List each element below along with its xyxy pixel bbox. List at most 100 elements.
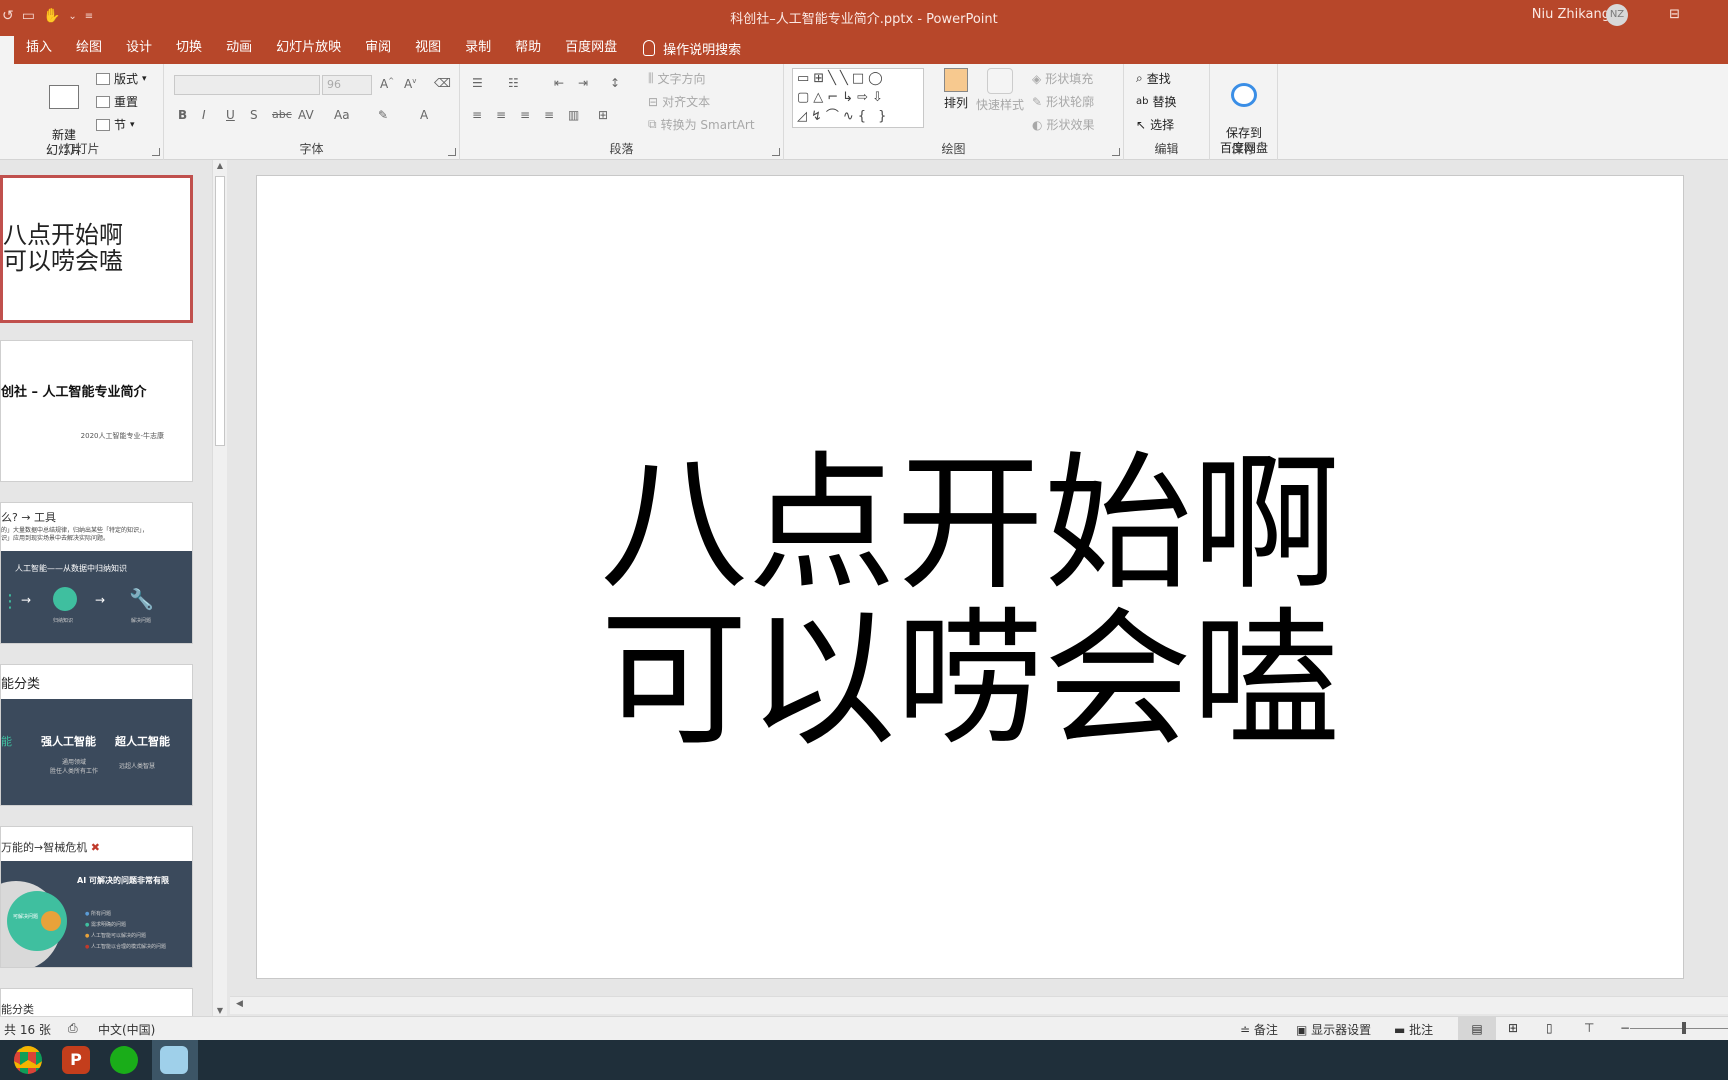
increase-font-icon[interactable]: A^	[380, 77, 394, 91]
normal-view-icon[interactable]: ▤	[1458, 1017, 1496, 1041]
spellcheck-icon[interactable]: ⎙	[68, 1021, 78, 1036]
thumbnail-slide-2[interactable]: 创社 – 人工智能专业简介 2020人工智能专业-牛志康	[0, 340, 193, 482]
align-left-icon[interactable]: ≡	[472, 108, 482, 122]
windows-taskbar: P	[0, 1040, 1728, 1080]
tab-draw[interactable]: 绘图	[64, 32, 114, 64]
convert-smartart-button[interactable]: ⧉ 转换为 SmartArt	[648, 116, 755, 133]
decrease-font-icon[interactable]: Av	[404, 77, 416, 91]
dialog-launcher-icon[interactable]	[772, 148, 780, 156]
shape-effects-label: 形状效果	[1046, 118, 1095, 132]
wechat-icon[interactable]	[110, 1046, 138, 1074]
tab-help[interactable]: 帮助	[503, 32, 553, 64]
scrollbar-thumb[interactable]	[215, 176, 225, 446]
chrome-icon[interactable]	[14, 1046, 42, 1074]
align-right-icon[interactable]: ≡	[520, 108, 530, 122]
quick-styles-button[interactable]: 快速样式	[974, 68, 1026, 113]
replace-button[interactable]: ab 替换	[1136, 93, 1177, 110]
zoom-out-icon[interactable]: −	[1620, 1021, 1630, 1035]
select-button[interactable]: ↖ 选择	[1136, 116, 1174, 133]
decrease-indent-icon[interactable]: ⇤	[554, 76, 564, 90]
slideshow-view-icon[interactable]: ⊤	[1584, 1021, 1594, 1035]
ribbon-display-options-icon[interactable]: ⊟	[1669, 7, 1680, 22]
line-spacing-icon[interactable]: ↕	[610, 76, 620, 90]
underline-button[interactable]: U	[226, 108, 235, 122]
cross-icon: ✖	[90, 841, 100, 854]
tab-view[interactable]: 视图	[403, 32, 453, 64]
columns-icon[interactable]: ⊞	[598, 108, 608, 122]
font-color-button[interactable]: A	[420, 108, 428, 122]
align-text-button[interactable]: ⊟ 对齐文本	[648, 93, 710, 110]
arrange-button[interactable]: 排列	[936, 68, 976, 111]
font-name-combo[interactable]	[174, 75, 320, 95]
editor-horizontal-scrollbar[interactable]: ◀	[230, 996, 1728, 1014]
zoom-slider-knob[interactable]	[1682, 1022, 1686, 1034]
clear-formatting-icon[interactable]: ⌫	[434, 76, 451, 90]
bullets-icon[interactable]: ☰	[472, 76, 483, 90]
tab-transitions[interactable]: 切换	[164, 32, 214, 64]
thumbnail-slide-5[interactable]: 万能的→智械危机 ✖ 可解决问题 AI 可解决的问题非常有限 ● 所有问题 ● …	[0, 826, 193, 968]
shape-fill-button[interactable]: ◈ 形状填充	[1032, 70, 1093, 87]
dialog-launcher-icon[interactable]	[152, 148, 160, 156]
find-button[interactable]: ⌕ 查找	[1136, 70, 1171, 87]
app-icon[interactable]	[160, 1046, 188, 1074]
shapes-gallery[interactable]: ▭⊞╲╲□◯ ▢△⌐↳⇨⇩ ◿↯⌒∿{ }	[792, 68, 924, 128]
dialog-launcher-icon[interactable]	[448, 148, 456, 156]
thumbnail-slide-6[interactable]: 能分类	[0, 988, 193, 1016]
user-name[interactable]: Niu Zhikang	[1532, 7, 1610, 22]
thumbnail-5-legend: ● 所有问题 ● 需求明确的问题 ● 人工智能可以解决的问题 ● 人工智能以合理…	[85, 909, 166, 953]
highlight-icon[interactable]: ✎	[378, 108, 388, 122]
scroll-up-icon[interactable]: ▲	[215, 161, 225, 170]
tab-home[interactable]	[0, 36, 14, 64]
text-direction-button[interactable]: ⫼ 文字方向	[648, 70, 706, 87]
section-label: 节	[114, 118, 127, 132]
change-case-button[interactable]: Aa	[334, 108, 350, 122]
slide-title-textbox[interactable]: 八点开始啊 可以唠会嗑	[257, 446, 1683, 758]
numbering-icon[interactable]: ☷	[508, 76, 519, 90]
justify-icon[interactable]: ≡	[544, 108, 554, 122]
bold-button[interactable]: B	[178, 108, 187, 122]
thumbnail-slide-4[interactable]: 能分类 能 强人工智能 超人工智能 通用领域 胜任人类所有工作 远超人类智慧	[0, 664, 193, 806]
shape-outline-button[interactable]: ✎ 形状轮廓	[1032, 93, 1094, 110]
reading-view-icon[interactable]: ▯	[1546, 1021, 1553, 1035]
legend-label: 人工智能可以解决的问题	[90, 933, 146, 939]
layout-button[interactable]: 版式 ▾	[96, 70, 147, 87]
thumbnail-slide-1[interactable]: 八点开始啊 可以唠会嗑	[0, 175, 193, 323]
tab-baidu-netdisk[interactable]: 百度网盘	[553, 32, 629, 64]
display-settings-button[interactable]: ▣ 显示器设置	[1296, 1021, 1371, 1038]
slide-sorter-icon[interactable]: ⊞	[1508, 1021, 1518, 1035]
scroll-down-icon[interactable]: ▼	[215, 1006, 225, 1015]
thumbnails-scrollbar[interactable]: ▲ ▼	[212, 160, 227, 1016]
increase-indent-icon[interactable]: ⇥	[578, 76, 588, 90]
align-center-icon[interactable]: ≡	[496, 108, 506, 122]
shape-effects-button[interactable]: ◐ 形状效果	[1032, 116, 1095, 133]
tab-insert[interactable]: 插入	[14, 32, 64, 64]
shadow-button[interactable]: S	[250, 108, 258, 122]
tab-record[interactable]: 录制	[453, 32, 503, 64]
tab-slideshow[interactable]: 幻灯片放映	[264, 32, 353, 64]
character-spacing-button[interactable]: AV	[298, 108, 314, 122]
reset-button[interactable]: 重置	[96, 93, 138, 110]
group-save: 保存到 百度网盘 保存	[1210, 64, 1278, 160]
comments-button[interactable]: ▬ 批注	[1394, 1021, 1433, 1038]
avatar[interactable]: NZ	[1606, 4, 1628, 26]
powerpoint-icon[interactable]: P	[62, 1046, 90, 1074]
tell-me-search[interactable]: 操作说明搜索	[629, 39, 741, 58]
section-button[interactable]: 节 ▾	[96, 116, 135, 133]
language-indicator[interactable]: 中文(中国)	[98, 1021, 155, 1038]
scroll-left-icon[interactable]: ◀	[236, 999, 243, 1009]
distributed-icon[interactable]: ▥	[568, 108, 579, 122]
notes-button[interactable]: ≐ 备注	[1240, 1021, 1278, 1038]
dialog-launcher-icon[interactable]	[1112, 148, 1120, 156]
italic-button[interactable]: I	[202, 108, 206, 122]
current-slide[interactable]: 八点开始啊 可以唠会嗑	[256, 175, 1684, 979]
tab-animations[interactable]: 动画	[214, 32, 264, 64]
group-slides-label: 幻灯片	[63, 142, 100, 156]
tab-review[interactable]: 审阅	[353, 32, 403, 64]
slide-thumbnails-pane: 八点开始啊 可以唠会嗑 创社 – 人工智能专业简介 2020人工智能专业-牛志康…	[0, 160, 212, 1016]
thumbnail-slide-3[interactable]: 么? → 工具 的」大量数据中总结规律，归纳出某些「特定的知识」， 识」应用到现…	[0, 502, 193, 644]
font-size-combo[interactable]: 96	[322, 75, 372, 95]
tab-design[interactable]: 设计	[114, 32, 164, 64]
zoom-slider-track[interactable]	[1630, 1028, 1728, 1029]
thumbnail-2-subtitle: 2020人工智能专业-牛志康	[80, 432, 164, 440]
strikethrough-button[interactable]: abc	[272, 108, 292, 121]
